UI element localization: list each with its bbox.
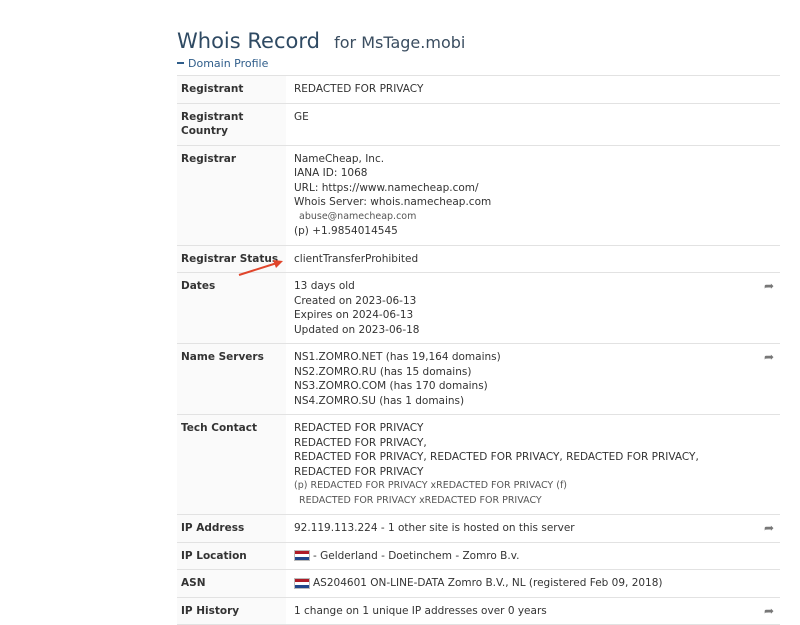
domain-age: 13 days old — [294, 280, 355, 292]
table-row: Registrant Country GE — [177, 102, 780, 145]
domain-profile-toggle[interactable]: Domain Profile — [177, 57, 268, 70]
row-key: IP Location — [177, 541, 286, 570]
table-row: ASN AS204601 ON-LINE-DATA Zomro B.V., NL… — [177, 569, 780, 597]
arrow-shaft — [238, 262, 278, 276]
registrar-details: NameCheap, Inc. IANA ID: 1068 URL: https… — [286, 144, 780, 245]
table-row: IP Location - Gelderland - Doetinchem - … — [177, 541, 780, 570]
netherlands-flag-icon — [294, 577, 310, 589]
tech-contact-details: REDACTED FOR PRIVACY REDACTED FOR PRIVAC… — [286, 414, 780, 515]
page-title: Whois Record for MsTage.mobi — [177, 18, 465, 56]
phone-label: (p) — [294, 480, 308, 491]
arrow-head — [273, 260, 283, 268]
row-key: Tech Contact — [177, 414, 286, 515]
share-arrow-icon[interactable]: ➦ — [764, 604, 774, 619]
row-key: IP History — [177, 596, 286, 625]
ip-address-value: 92.119.113.224 - 1 other site is hosted … — [294, 522, 575, 534]
expires-date: Expires on 2024-06-13 — [294, 309, 414, 321]
collapse-minus-icon[interactable] — [177, 62, 184, 64]
name-server: NS1.ZOMRO.NET (has 19,164 domains) — [294, 351, 501, 363]
registrar-whois-server: Whois Server: whois.namecheap.com — [294, 196, 492, 208]
registrar-url: URL: https://www.namecheap.com/ — [294, 181, 479, 194]
updated-date: Updated on 2023-06-18 — [294, 323, 420, 336]
row-key: Registrant — [177, 75, 286, 103]
netherlands-flag-icon — [294, 550, 310, 561]
red-arrow-annotation — [238, 260, 283, 276]
ip-location-value: - Gelderland - Doetinchem - Zomro B.v. — [313, 549, 520, 562]
table-row: Registrant REDACTED FOR PRIVACY — [177, 75, 780, 103]
table-row: IP Address 92.119.113.224 - 1 other site… — [177, 514, 780, 542]
asn-value: AS204601 ON-LINE-DATA Zomro B.V., NL (re… — [313, 577, 663, 589]
tech-phone: REDACTED FOR PRIVACY xREDACTED FOR PRIVA… — [310, 480, 554, 491]
name-servers-list: NS1.ZOMRO.NET (has 19,164 domains) NS2.Z… — [286, 343, 780, 415]
phone-label: (p) — [294, 225, 309, 237]
table-row: Name Servers NS1.ZOMRO.NET (has 19,164 d… — [177, 343, 780, 415]
table-row: Registrar NameCheap, Inc. IANA ID: 1068 … — [177, 144, 780, 245]
row-key: Name Servers — [177, 343, 286, 415]
tech-line: REDACTED FOR PRIVACY, REDACTED FOR PRIVA… — [294, 451, 699, 478]
share-arrow-icon[interactable]: ➦ — [764, 350, 774, 365]
name-server: NS4.ZOMRO.SU (has 1 domains) — [294, 394, 465, 407]
row-key: IP Address — [177, 514, 286, 542]
registrar-name: NameCheap, Inc. — [294, 152, 385, 165]
fax-label: (f) — [556, 480, 568, 491]
share-arrow-icon[interactable]: ➦ — [764, 521, 774, 536]
row-key: ASN — [177, 569, 286, 597]
title-main: Whois Record — [177, 29, 320, 53]
table-row: Tech Contact REDACTED FOR PRIVACY REDACT… — [177, 414, 780, 515]
tech-line: REDACTED FOR PRIVACY — [294, 422, 424, 434]
section-label: Domain Profile — [188, 57, 269, 70]
registrar-email: abuse@namecheap.com — [299, 210, 417, 222]
row-key: Registrant Country — [177, 102, 286, 145]
dates-details: 13 days old Created on 2023-06-13 Expire… — [286, 272, 780, 344]
name-server: NS2.ZOMRO.RU (has 15 domains) — [294, 365, 472, 378]
ip-history-value: 1 change on 1 unique IP addresses over 0… — [294, 604, 547, 617]
table-row: IP History 1 change on 1 unique IP addre… — [177, 596, 780, 625]
name-server: NS3.ZOMRO.COM (has 170 domains) — [294, 380, 488, 392]
created-date: Created on 2023-06-13 — [294, 294, 417, 307]
tech-email: REDACTED FOR PRIVACY xREDACTED FOR PRIVA… — [299, 494, 542, 506]
whois-table: Registrant REDACTED FOR PRIVACY Registra… — [177, 75, 780, 625]
share-arrow-icon[interactable]: ➦ — [764, 279, 774, 294]
row-key: Registrar — [177, 144, 286, 245]
row-value: REDACTED FOR PRIVACY — [286, 75, 780, 103]
table-row: Dates 13 days old Created on 2023-06-13 … — [177, 272, 780, 344]
tech-line: REDACTED FOR PRIVACY, — [294, 436, 427, 449]
registrar-phone: +1.9854014545 — [312, 225, 398, 237]
title-domain: for MsTage.mobi — [334, 33, 466, 52]
row-key: Dates — [177, 272, 286, 344]
row-value: GE — [286, 102, 780, 145]
row-value: clientTransferProhibited — [286, 244, 780, 273]
registrar-iana: IANA ID: 1068 — [294, 167, 368, 179]
